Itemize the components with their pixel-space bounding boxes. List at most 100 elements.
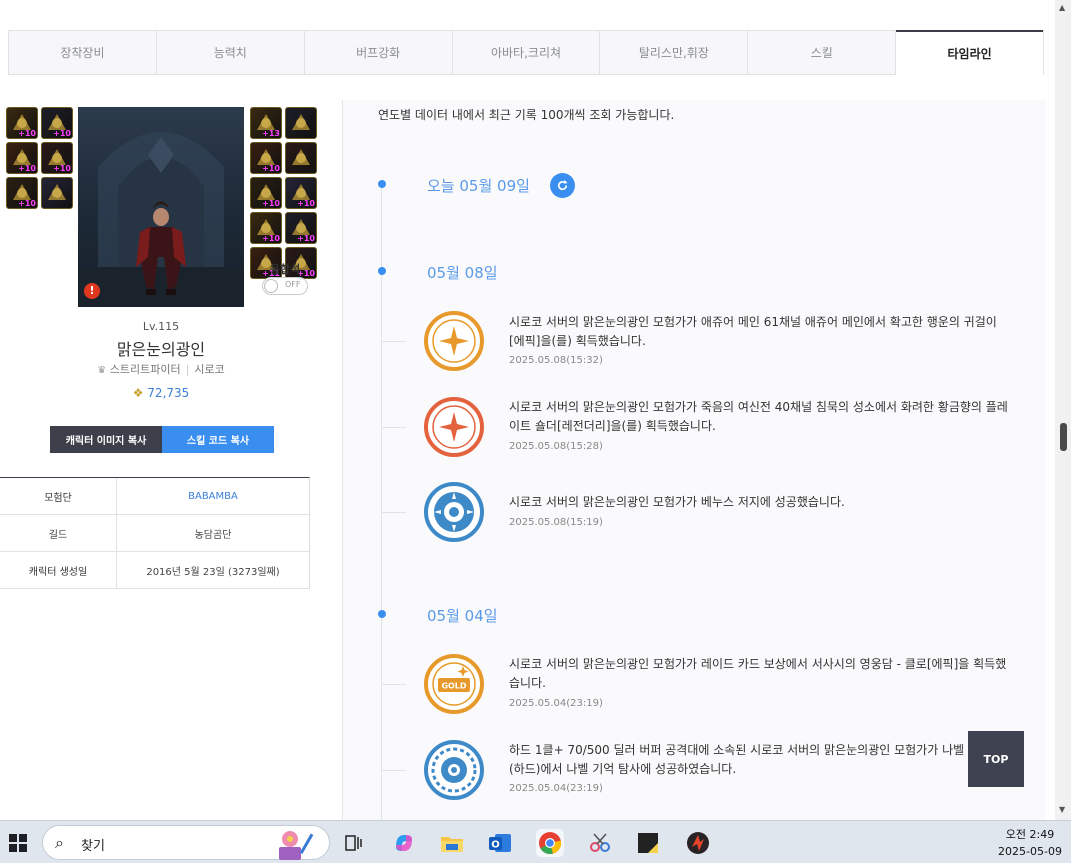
timeline-date: 05월 08일: [427, 264, 498, 282]
refresh-icon: [558, 179, 568, 191]
enhance-level: +10: [262, 234, 280, 243]
equipment-item-icon: [292, 149, 310, 165]
tab-talisman[interactable]: 탈리스만,휘장: [600, 31, 749, 74]
tab-equipment[interactable]: 장착장비: [9, 31, 157, 74]
file-explorer-icon[interactable]: [438, 829, 466, 857]
info-key: 모험단: [0, 478, 117, 514]
snipping-tool-icon[interactable]: [586, 829, 614, 857]
enhance-level: +10: [18, 129, 36, 138]
equipment-slot[interactable]: +10: [285, 212, 317, 244]
flower-pot-icon: [279, 831, 314, 860]
equipment-slot[interactable]: [285, 107, 317, 139]
scrollbar-thumb[interactable]: [1060, 423, 1067, 451]
equipment-slot[interactable]: +13: [250, 107, 282, 139]
timeline-line: [381, 184, 382, 824]
copilot-icon[interactable]: [390, 829, 418, 857]
character-name: 맑은눈의광인: [116, 340, 206, 359]
event-text: 시로코 서버의 맑은눈의광인 모험가가 레이드 카드 보상에서 서사시의 영웅담…: [509, 657, 1007, 690]
event-text: 시로코 서버의 맑은눈의광인 모험가가 베누스 저지에 성공했습니다.: [509, 495, 845, 509]
scroll-up-icon[interactable]: ▲: [1059, 3, 1065, 12]
gold-badge-label: GOLD: [441, 682, 466, 691]
event-time: 2025.05.08(15:32): [509, 355, 603, 366]
outlook-icon[interactable]: O: [486, 829, 514, 857]
tab-skill[interactable]: 스킬: [748, 31, 897, 74]
timeline-dot: [378, 610, 386, 618]
character-job: 스트리트파이터: [109, 363, 181, 376]
enhance-level: +10: [297, 234, 315, 243]
tab-timeline[interactable]: 타임라인: [896, 30, 1044, 75]
info-row-adventure: 모험단 BABAMBA: [0, 478, 309, 515]
copy-image-button[interactable]: 캐릭터 이미지 복사: [50, 426, 162, 453]
timeline-dot: [378, 267, 386, 275]
toggle-knob: [264, 279, 278, 293]
tab-avatar[interactable]: 아바타,크리쳐: [453, 31, 601, 74]
fusion-label: 융합석: [269, 263, 301, 276]
tab-stats[interactable]: 능력치: [157, 31, 305, 74]
raid-emblem-icon: [423, 739, 485, 801]
search-icon: ⌕: [55, 833, 64, 852]
equipment-slot[interactable]: +10: [250, 177, 282, 209]
event-connector: [382, 427, 406, 428]
timeline-today: 오늘 05월 09일: [427, 177, 530, 195]
info-value: 농담곰단: [194, 529, 232, 541]
scroll-top-button[interactable]: TOP: [968, 731, 1024, 787]
windows-start-icon[interactable]: [9, 834, 27, 852]
event-connector: [382, 341, 406, 342]
toggle-state: OFF: [285, 280, 301, 289]
equipment-slot[interactable]: +10: [41, 142, 73, 174]
copy-skill-code-button[interactable]: 스킬 코드 복사: [162, 426, 274, 453]
event-text: 하드 1클+ 70/500 딜러 버퍼 공격대에 소속된 시로코 서버의 맑은눈…: [509, 743, 1005, 776]
taskbar-search-box[interactable]: ⌕ 찾기: [42, 825, 330, 860]
event-connector: [382, 770, 406, 771]
equipment-slot[interactable]: [285, 142, 317, 174]
equipment-slot[interactable]: +10: [250, 212, 282, 244]
equipment-slot[interactable]: [41, 177, 73, 209]
adventure-link[interactable]: BABAMBA: [117, 478, 309, 514]
event-time: 2025.05.04(23:19): [509, 783, 603, 794]
game-launcher-icon[interactable]: [684, 829, 712, 857]
star-item-icon: [423, 310, 485, 372]
fusion-toggle[interactable]: OFF: [262, 277, 308, 295]
sticky-notes-icon[interactable]: [634, 829, 662, 857]
equipment-slot[interactable]: +10: [6, 142, 38, 174]
event-text: 시로코 서버의 맑은눈의광인 모험가가 죽음의 여신전 40채널 침묵의 성소에…: [509, 400, 1008, 433]
equipment-slot[interactable]: +10: [6, 107, 38, 139]
refresh-button[interactable]: [550, 173, 575, 198]
equipment-item-icon: [48, 184, 66, 200]
enhance-level: +10: [53, 129, 71, 138]
warning-icon[interactable]: !: [84, 283, 100, 299]
raid-emblem-icon: [423, 481, 485, 543]
equipment-item-icon: [292, 114, 310, 130]
search-label: 찾기: [81, 839, 105, 854]
event-time: 2025.05.08(15:19): [509, 517, 603, 528]
info-key: 길드: [0, 515, 117, 551]
clock-time: 오전 2:49: [1005, 828, 1055, 841]
scroll-down-icon[interactable]: ▼: [1059, 805, 1065, 814]
enhance-level: +10: [53, 164, 71, 173]
equipment-slot[interactable]: +10: [285, 177, 317, 209]
equipment-slot[interactable]: +10: [41, 107, 73, 139]
enhance-level: +10: [262, 199, 280, 208]
character-portrait: [78, 107, 244, 307]
character-server: 시로코: [194, 363, 225, 376]
event-connector: [382, 684, 406, 685]
equipment-slot[interactable]: +10: [250, 142, 282, 174]
equipment-slot[interactable]: +10: [6, 177, 38, 209]
enhance-level: +10: [297, 199, 315, 208]
page-scrollbar[interactable]: ▲ ▼: [1055, 0, 1071, 820]
chrome-icon[interactable]: [536, 829, 564, 857]
enhance-level: +10: [18, 164, 36, 173]
event-text: 시로코 서버의 맑은눈의광인 모험가가 애쥬어 메인 61채널 애쥬어 메인에서…: [509, 315, 997, 348]
info-row-created: 캐릭터 생성일 2016년 5월 23일 (3273일째): [0, 552, 309, 589]
task-view-icon[interactable]: [340, 829, 368, 857]
gold-card-icon: GOLD: [423, 653, 485, 715]
taskbar-clock[interactable]: 오전 2:49 2025-05-09: [990, 826, 1070, 860]
tab-bar: 장착장비 능력치 버프강화 아바타,크리쳐 탈리스만,휘장 스킬 타임라인: [8, 30, 1044, 75]
info-key: 캐릭터 생성일: [0, 552, 117, 588]
svg-text:O: O: [491, 840, 500, 851]
fame-icon: ❖: [132, 386, 144, 400]
tab-buff[interactable]: 버프강화: [305, 31, 453, 74]
event-connector: [382, 512, 406, 513]
character-fame: ❖ 72,735: [0, 386, 322, 400]
fame-value: 72,735: [147, 386, 190, 400]
